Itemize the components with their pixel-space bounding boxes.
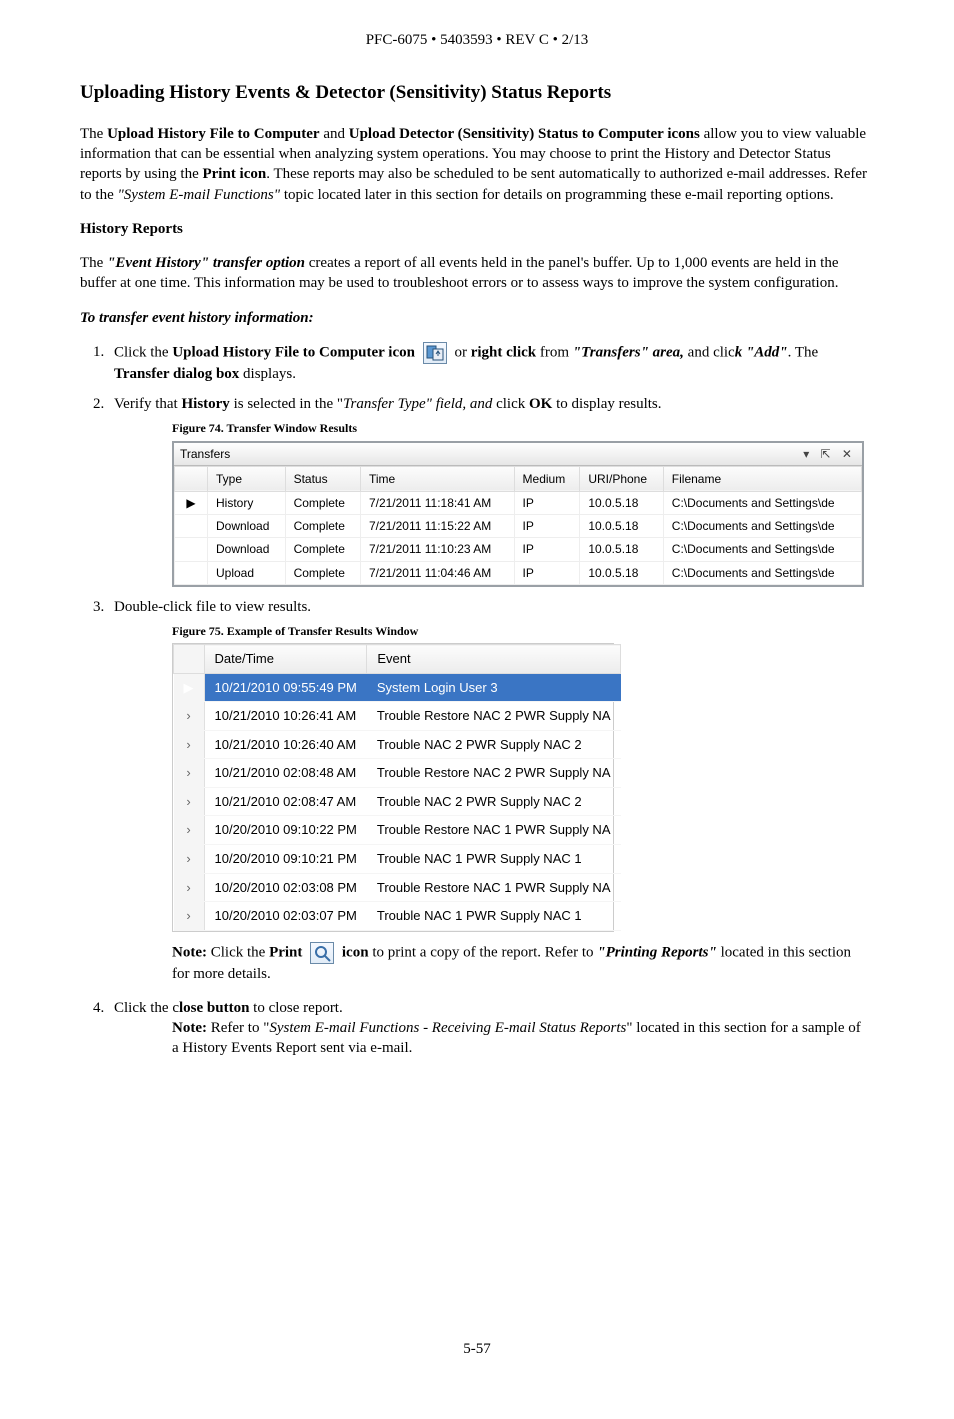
table-row[interactable]: ›10/20/2010 02:03:08 PMTrouble Restore N… (174, 873, 621, 902)
transfers-table: Type Status Time Medium URI/Phone Filena… (174, 466, 862, 585)
history-paragraph: The "Event History" transfer option crea… (80, 253, 874, 294)
note-print: Note: Click the Print icon to print a co… (172, 942, 864, 984)
page-title: Uploading History Events & Detector (Sen… (80, 80, 874, 106)
print-preview-icon (310, 942, 334, 964)
table-row[interactable]: ▶10/21/2010 09:55:49 PMSystem Login User… (174, 673, 621, 702)
figure-74-caption: Figure 74. Transfer Window Results (172, 420, 864, 436)
page-number: 5-57 (80, 1339, 874, 1359)
transfers-title: Transfers (180, 446, 230, 462)
step-1: Click the Upload History File to Compute… (108, 342, 874, 384)
table-row[interactable]: ›10/20/2010 09:10:21 PMTrouble NAC 1 PWR… (174, 844, 621, 873)
history-reports-heading: History Reports (80, 219, 874, 239)
table-row[interactable]: DownloadComplete7/21/2011 11:10:23 AMIP1… (175, 538, 862, 561)
step-4: Click the close button to close report. … (108, 998, 874, 1059)
table-row[interactable]: ›10/20/2010 09:10:22 PMTrouble Restore N… (174, 816, 621, 845)
table-row[interactable]: DownloadComplete7/21/2011 11:15:22 AMIP1… (175, 515, 862, 538)
doc-header: PFC-6075 • 5403593 • REV C • 2/13 (80, 30, 874, 50)
transfers-window: Transfers ▾ ⇱ ✕ Type Status Time Medium … (172, 441, 864, 587)
figure-75-caption: Figure 75. Example of Transfer Results W… (172, 623, 864, 639)
step-2: Verify that History is selected in the "… (108, 394, 874, 587)
table-row[interactable]: ›10/21/2010 10:26:41 AMTrouble Restore N… (174, 702, 621, 731)
table-row[interactable]: ›10/20/2010 02:03:07 PMTrouble NAC 1 PWR… (174, 902, 621, 931)
intro-paragraph: The Upload History File to Computer and … (80, 124, 874, 205)
note-email: Note: Refer to "System E-mail Functions … (172, 1018, 864, 1059)
transfer-heading: To transfer event history information: (80, 308, 874, 328)
table-row[interactable]: ›10/21/2010 02:08:48 AMTrouble Restore N… (174, 759, 621, 788)
table-row[interactable]: UploadComplete7/21/2011 11:04:46 AMIP10.… (175, 561, 862, 584)
table-row[interactable]: ›10/21/2010 02:08:47 AMTrouble NAC 2 PWR… (174, 787, 621, 816)
table-row[interactable]: ›10/21/2010 10:26:40 AMTrouble NAC 2 PWR… (174, 730, 621, 759)
results-window: Date/Time Event ▶10/21/2010 09:55:49 PMS… (172, 643, 614, 931)
table-row[interactable]: ▶HistoryComplete7/21/2011 11:18:41 AMIP1… (175, 491, 862, 514)
window-controls[interactable]: ▾ ⇱ ✕ (803, 446, 856, 462)
results-table: Date/Time Event ▶10/21/2010 09:55:49 PMS… (173, 644, 621, 930)
step-3: Double-click file to view results. Figur… (108, 597, 874, 984)
upload-history-icon (423, 342, 447, 364)
